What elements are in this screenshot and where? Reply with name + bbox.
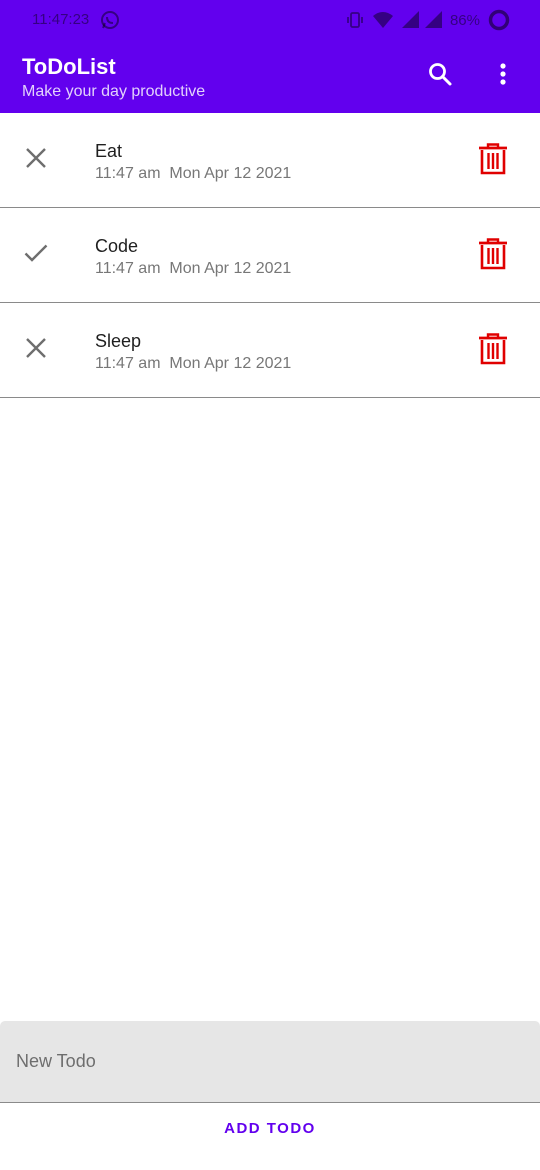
todo-timestamp: 11:47 am Mon Apr 12 2021 bbox=[95, 165, 292, 182]
signal-icon bbox=[401, 11, 442, 29]
todo-item[interactable]: Sleep 11:47 am Mon Apr 12 2021 bbox=[0, 303, 540, 398]
close-icon bbox=[25, 147, 47, 174]
add-todo-button[interactable]: ADD TODO bbox=[0, 1104, 540, 1152]
app-bar: ToDoList Make your day productive bbox=[0, 40, 540, 113]
todo-item[interactable]: Code 11:47 am Mon Apr 12 2021 bbox=[0, 208, 540, 303]
more-vert-icon bbox=[499, 62, 507, 91]
search-button[interactable] bbox=[420, 56, 460, 96]
todo-title: Code bbox=[95, 236, 139, 256]
status-time: 11:47:23 bbox=[32, 11, 90, 28]
wifi-icon bbox=[372, 11, 394, 29]
todo-status-toggle[interactable] bbox=[16, 330, 56, 370]
close-icon bbox=[25, 337, 47, 364]
todo-timestamp: 11:47 am Mon Apr 12 2021 bbox=[95, 260, 292, 277]
todo-title: Eat bbox=[95, 141, 123, 161]
todo-item[interactable]: Eat 11:47 am Mon Apr 12 2021 bbox=[0, 113, 540, 208]
more-options-button[interactable] bbox=[483, 56, 523, 96]
app-title: ToDoList bbox=[22, 54, 116, 79]
delete-todo-button[interactable] bbox=[472, 330, 514, 372]
todo-timestamp: 11:47 am Mon Apr 12 2021 bbox=[95, 355, 292, 372]
battery-text: 86% bbox=[449, 11, 480, 29]
todo-status-toggle[interactable] bbox=[16, 140, 56, 180]
trash-icon bbox=[478, 237, 508, 275]
battery-icon bbox=[488, 9, 510, 31]
todo-status-toggle[interactable] bbox=[16, 235, 56, 275]
trash-icon bbox=[478, 142, 508, 180]
todo-list: Eat 11:47 am Mon Apr 12 2021 Code 11:47 … bbox=[0, 113, 540, 398]
app-subtitle: Make your day productive bbox=[22, 83, 206, 100]
status-bar: 11:47:23 86% bbox=[0, 0, 540, 40]
vibrate-icon bbox=[346, 11, 364, 29]
trash-icon bbox=[478, 332, 508, 370]
search-icon bbox=[427, 61, 453, 92]
delete-todo-button[interactable] bbox=[472, 235, 514, 277]
todo-title: Sleep bbox=[95, 331, 142, 351]
new-todo-input[interactable] bbox=[0, 1021, 540, 1102]
whatsapp-icon bbox=[100, 10, 120, 30]
new-todo-field bbox=[0, 1021, 540, 1103]
check-icon bbox=[24, 243, 48, 268]
delete-todo-button[interactable] bbox=[472, 140, 514, 182]
